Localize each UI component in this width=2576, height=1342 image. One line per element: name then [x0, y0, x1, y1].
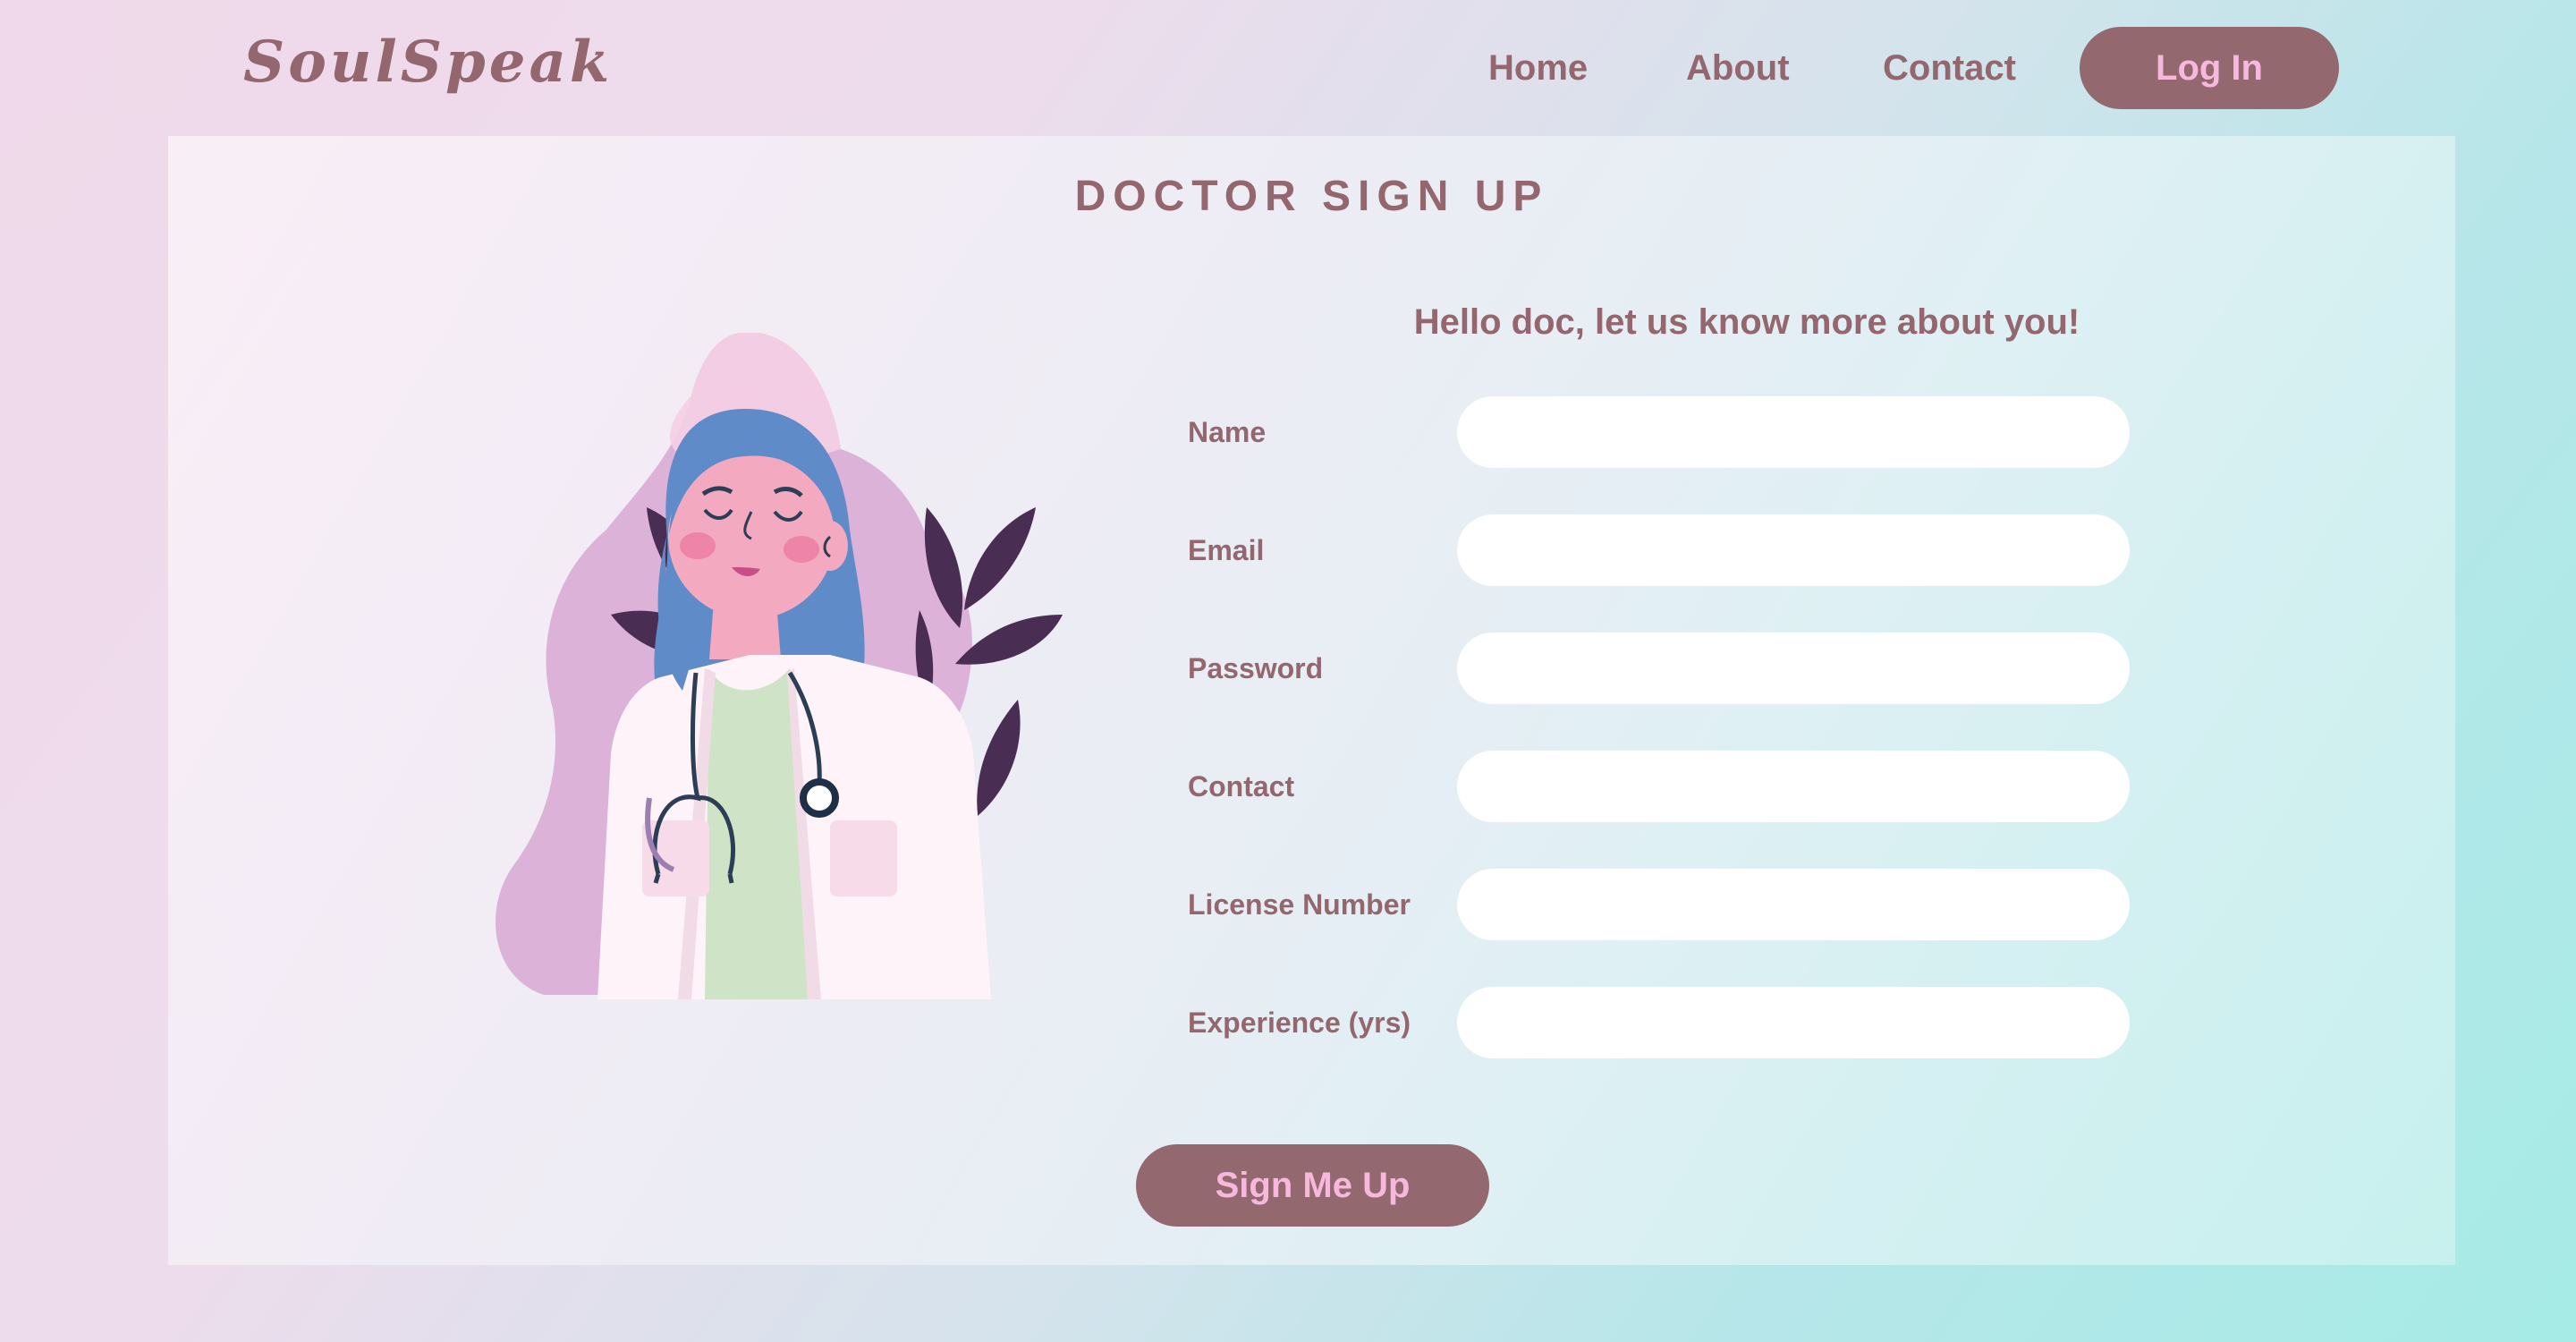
nav-link-home[interactable]: Home	[1488, 39, 1588, 97]
login-button[interactable]: Log In	[2080, 27, 2339, 109]
contact-input[interactable]	[1457, 751, 2130, 822]
password-label: Password	[1188, 652, 1324, 684]
doctor-illustration	[496, 333, 1063, 999]
experience-input[interactable]	[1457, 987, 2130, 1058]
nav-link-about[interactable]: About	[1686, 39, 1790, 97]
brand-logo[interactable]: SoulSpeak	[243, 27, 613, 98]
experience-label: Experience (yrs)	[1188, 1007, 1411, 1039]
license-number-label: License Number	[1188, 888, 1411, 921]
contact-label: Contact	[1188, 770, 1295, 803]
license-number-input[interactable]	[1457, 869, 2130, 940]
page-title: DOCTOR SIGN UP	[1074, 173, 1549, 220]
password-input[interactable]	[1457, 633, 2130, 704]
name-label: Name	[1188, 416, 1267, 448]
email-label: Email	[1188, 534, 1265, 566]
email-input[interactable]	[1457, 514, 2130, 586]
signup-card: DOCTOR SIGN UP Hello doc, let us know mo…	[168, 136, 2455, 1265]
form-subtitle: Hello doc, let us know more about you!	[1413, 302, 2080, 342]
nav-link-contact[interactable]: Contact	[1883, 39, 2016, 97]
sign-up-button[interactable]: Sign Me Up	[1136, 1144, 1489, 1227]
name-input[interactable]	[1457, 396, 2130, 468]
